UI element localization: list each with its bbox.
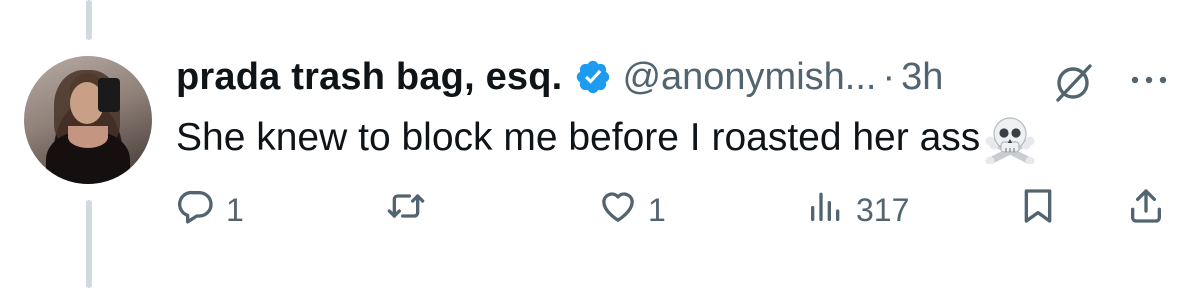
like-icon bbox=[598, 186, 638, 234]
share-icon bbox=[1126, 186, 1166, 234]
author-handle[interactable]: @anonymish... bbox=[622, 56, 876, 99]
reply-count: 1 bbox=[226, 191, 244, 228]
tweet-body: She knew to block me before I roasted he… bbox=[176, 116, 981, 159]
like-button[interactable]: 1 bbox=[598, 188, 666, 232]
views-icon bbox=[806, 186, 846, 234]
bookmark-icon bbox=[1018, 186, 1058, 234]
timestamp[interactable]: 3h bbox=[901, 56, 943, 99]
retweet-icon bbox=[386, 186, 426, 234]
like-count: 1 bbox=[648, 191, 666, 228]
tweet-text: She knew to block me before I roasted he… bbox=[176, 112, 1036, 166]
views-count: 317 bbox=[856, 191, 910, 228]
more-icon[interactable] bbox=[1126, 70, 1172, 90]
tweet-header: prada trash bag, esq. @anonymish... · 3h bbox=[176, 52, 943, 102]
views-button[interactable]: 317 bbox=[806, 188, 909, 232]
grok-icon[interactable] bbox=[1050, 60, 1096, 106]
thread-line-top bbox=[86, 0, 92, 40]
thread-line-bottom bbox=[86, 200, 92, 288]
reply-button[interactable]: 1 bbox=[176, 188, 244, 232]
avatar[interactable] bbox=[24, 56, 152, 184]
reply-icon bbox=[176, 186, 216, 234]
retweet-button[interactable] bbox=[386, 188, 436, 232]
verified-badge-icon[interactable] bbox=[574, 58, 612, 96]
bookmark-button[interactable] bbox=[1018, 188, 1058, 232]
header-separator: · bbox=[882, 55, 896, 98]
author-name[interactable]: prada trash bag, esq. bbox=[176, 56, 562, 99]
share-button[interactable] bbox=[1126, 188, 1166, 232]
skull-emoji-icon bbox=[984, 112, 1036, 166]
